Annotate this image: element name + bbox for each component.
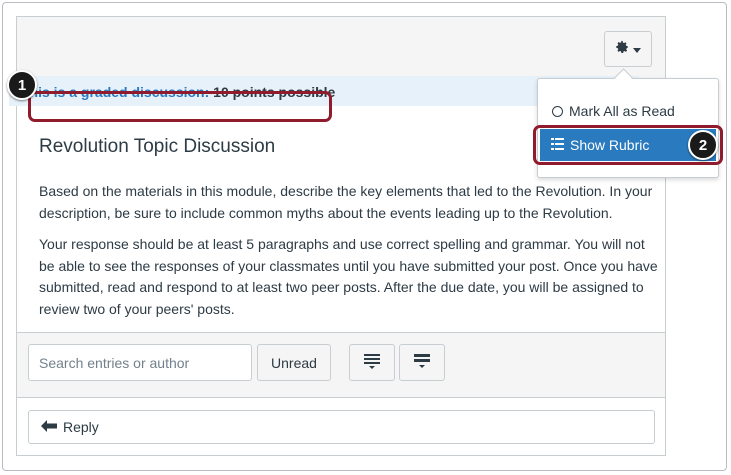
discussion-title: Revolution Topic Discussion [39, 136, 276, 157]
callout-badge-1: 1 [7, 70, 37, 100]
discussion-body-paragraph: Based on the materials in this module, d… [39, 183, 653, 221]
callout-badge-2: 2 [688, 130, 718, 160]
chevron-down-icon [633, 40, 641, 58]
collapse-all-icon [363, 353, 381, 372]
collapse-threads-button[interactable] [349, 344, 395, 381]
reply-button[interactable]: Reply [28, 410, 655, 444]
menu-item-mark-all-read[interactable]: Mark All as Read [552, 103, 675, 119]
gear-icon [615, 40, 629, 59]
expand-threads-button[interactable] [399, 344, 445, 381]
discussion-body-paragraph: Your response should be at least 5 parag… [39, 236, 658, 317]
unread-filter-button[interactable]: Unread [257, 344, 331, 381]
radio-circle-icon [552, 105, 563, 117]
expand-all-icon [413, 353, 431, 372]
search-input[interactable] [28, 344, 252, 381]
settings-menu-button[interactable] [604, 31, 652, 67]
callout-highlight-graded [28, 91, 332, 122]
discussion-header [17, 17, 665, 81]
reply-label: Reply [63, 419, 99, 435]
menu-item-label: Mark All as Read [569, 103, 675, 119]
reply-arrow-icon [41, 419, 57, 435]
